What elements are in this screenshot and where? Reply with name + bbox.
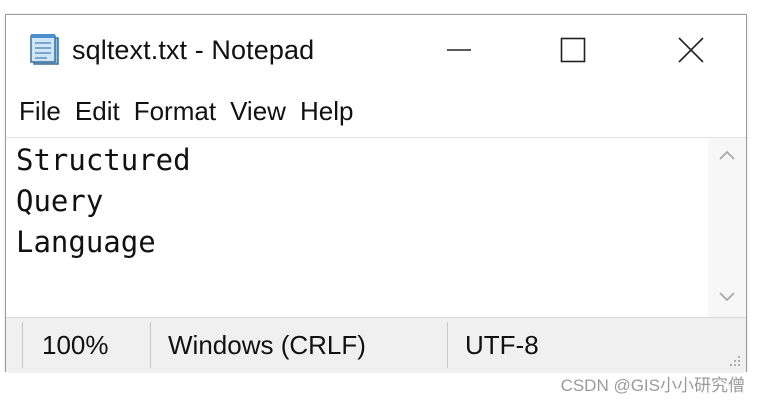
status-encoding: UTF-8 bbox=[465, 329, 539, 360]
notepad-window: sqltext.txt - Notepad File Edit Format V… bbox=[5, 14, 747, 372]
editor-line: Query bbox=[16, 184, 104, 218]
watermark: CSDN @GIS小小研究僧 bbox=[560, 376, 745, 395]
chevron-down-icon bbox=[718, 290, 736, 308]
vertical-scrollbar[interactable] bbox=[708, 138, 746, 318]
menu-bar: File Edit Format View Help bbox=[6, 92, 746, 130]
menu-file[interactable]: File bbox=[14, 92, 66, 130]
editor-line: Structured bbox=[16, 143, 191, 177]
status-divider bbox=[150, 322, 151, 368]
resize-grip-icon[interactable] bbox=[728, 354, 742, 368]
scroll-down-button[interactable] bbox=[708, 280, 746, 318]
editor-content[interactable]: Structured Query Language bbox=[16, 140, 191, 263]
status-divider bbox=[447, 322, 448, 368]
scroll-up-button[interactable] bbox=[708, 138, 746, 176]
chevron-up-icon bbox=[718, 148, 736, 166]
window-title: sqltext.txt - Notepad bbox=[72, 35, 315, 65]
minimize-button[interactable] bbox=[404, 15, 514, 89]
minimize-icon bbox=[446, 37, 472, 68]
close-icon bbox=[677, 36, 705, 69]
editor-line: Language bbox=[16, 225, 156, 259]
menu-help[interactable]: Help bbox=[295, 92, 358, 130]
maximize-button[interactable] bbox=[518, 15, 628, 89]
status-zoom: 100% bbox=[42, 329, 109, 360]
close-button[interactable] bbox=[636, 15, 746, 89]
page: sqltext.txt - Notepad File Edit Format V… bbox=[0, 0, 759, 404]
status-line-ending: Windows (CRLF) bbox=[168, 329, 366, 360]
title-bar[interactable]: sqltext.txt - Notepad bbox=[6, 15, 746, 89]
menu-format[interactable]: Format bbox=[129, 92, 221, 130]
status-divider bbox=[22, 322, 23, 368]
notepad-icon bbox=[28, 33, 62, 67]
menu-edit[interactable]: Edit bbox=[70, 92, 125, 130]
status-bar: 100% Windows (CRLF) UTF-8 bbox=[6, 317, 746, 372]
menu-view[interactable]: View bbox=[225, 92, 291, 130]
text-editor[interactable]: Structured Query Language bbox=[6, 137, 746, 318]
maximize-icon bbox=[560, 37, 586, 68]
